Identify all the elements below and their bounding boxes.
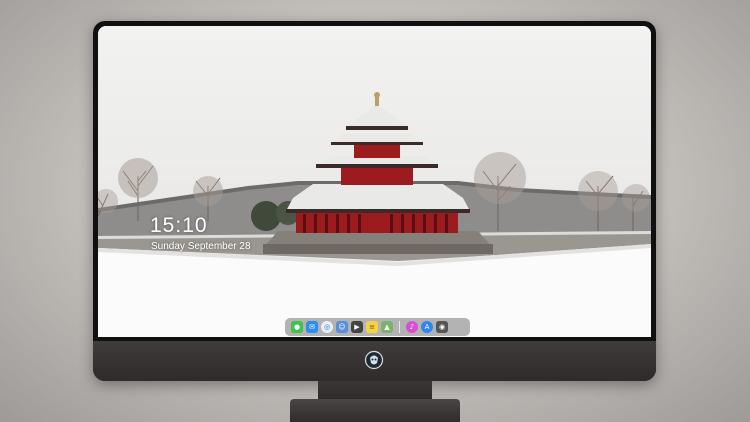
clapper-icon[interactable]: ▶: [351, 321, 363, 333]
logo-icon: [364, 350, 384, 370]
stand-base: [290, 399, 460, 422]
app-store-icon[interactable]: A: [421, 321, 433, 333]
mail-icon[interactable]: ✉: [306, 321, 318, 333]
dock-separator: [399, 321, 400, 333]
screen: 15:10 Sunday September 28 ● ✉ ◎ ☺ ▶ ≡ ▲ …: [98, 26, 651, 337]
lock-screen-date: Sunday September 28: [151, 241, 251, 252]
safari-icon[interactable]: ◎: [321, 321, 333, 333]
messages-icon[interactable]: ●: [291, 321, 303, 333]
monitor: 15:10 Sunday September 28 ● ✉ ◎ ☺ ▶ ≡ ▲ …: [93, 21, 656, 381]
monitor-chin: [93, 341, 656, 381]
dock: ● ✉ ◎ ☺ ▶ ≡ ▲ ♪ A ◉: [285, 318, 470, 336]
wallpaper: [98, 26, 651, 337]
finder-icon[interactable]: ☺: [336, 321, 348, 333]
lock-screen-time: 15:10: [150, 214, 208, 237]
photos-icon[interactable]: ▲: [381, 321, 393, 333]
camera-icon[interactable]: ◉: [436, 321, 448, 333]
notes-icon[interactable]: ≡: [366, 321, 378, 333]
itunes-icon[interactable]: ♪: [406, 321, 418, 333]
